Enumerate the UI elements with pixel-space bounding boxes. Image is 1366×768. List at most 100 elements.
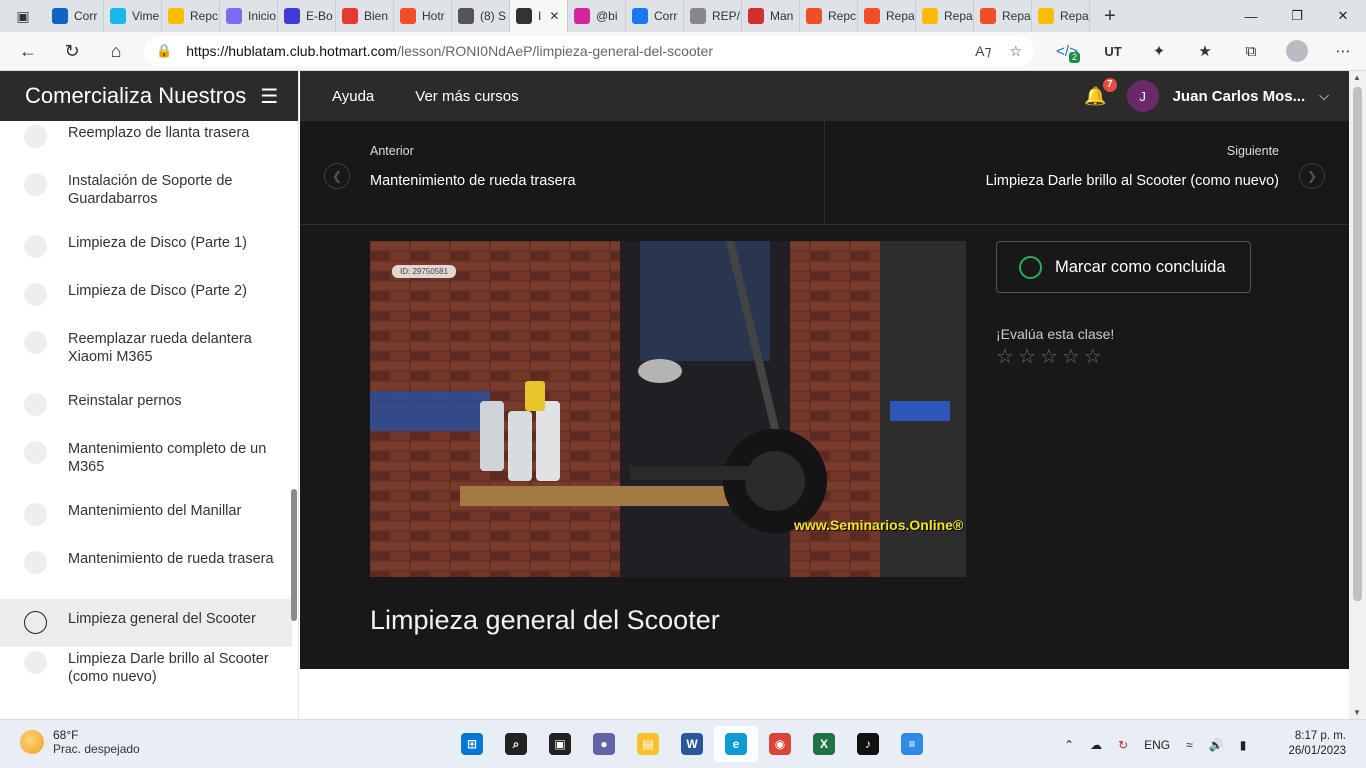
lock-icon[interactable]: 🔒 (156, 43, 172, 59)
scrollbar-thumb[interactable] (1353, 87, 1362, 601)
page-scrollbar[interactable]: ▲ ▼ (1349, 71, 1366, 719)
taskbar-app[interactable]: ⊞ (450, 726, 494, 762)
sidebar-lesson-item[interactable]: Reinstalar pernos (0, 389, 292, 437)
taskbar-app[interactable]: e (714, 726, 758, 762)
extensions-icon[interactable]: ✦ (1136, 33, 1182, 69)
more-menu-icon[interactable]: ⋯ (1320, 33, 1366, 69)
lesson-status-circle-icon[interactable] (24, 331, 47, 354)
taskbar-app[interactable]: ⌕ (494, 726, 538, 762)
browser-tab[interactable]: Man (742, 0, 800, 32)
browser-tab[interactable]: Repa (858, 0, 916, 32)
help-link[interactable]: Ayuda (332, 88, 374, 105)
star-icon[interactable]: ☆ (1040, 347, 1058, 367)
lesson-status-circle-icon[interactable] (24, 283, 47, 306)
more-courses-link[interactable]: Ver más cursos (415, 88, 518, 105)
chevron-right-icon[interactable]: ❯ (1299, 163, 1325, 189)
star-icon[interactable]: ☆ (1084, 347, 1102, 367)
battery-icon[interactable]: ▮ (1240, 738, 1247, 752)
next-title[interactable]: Limpieza Darle brillo al Scooter (como n… (986, 173, 1279, 189)
lesson-status-circle-icon[interactable] (24, 173, 47, 196)
chevron-up-icon[interactable]: ⌃ (1064, 738, 1074, 752)
add-favorite-icon[interactable]: ☆ (1009, 43, 1022, 60)
notifications-bell-icon[interactable]: 🔔 7 (1084, 77, 1117, 107)
lesson-status-circle-icon[interactable] (24, 235, 47, 258)
cloud-icon[interactable]: ☁ (1090, 738, 1102, 752)
previous-title[interactable]: Mantenimiento de rueda trasera (370, 173, 576, 189)
lesson-status-circle-icon[interactable] (24, 393, 47, 416)
collections-icon[interactable]: ⧉ (1228, 33, 1274, 69)
lesson-status-circle-icon[interactable] (24, 611, 47, 634)
sidebar-lesson-item[interactable]: Mantenimiento del Manillar (0, 499, 292, 547)
extension-ut-icon[interactable]: UT (1090, 33, 1136, 69)
browser-tab[interactable]: Inicio (220, 0, 278, 32)
back-icon[interactable]: ← (6, 33, 50, 69)
profile-avatar[interactable] (1274, 33, 1320, 69)
taskbar-app[interactable]: ♪ (846, 726, 890, 762)
address-bar[interactable]: 🔒 https://hublatam.club.hotmart.com/less… (144, 36, 1034, 66)
browser-tab[interactable]: Corr (626, 0, 684, 32)
weather-widget[interactable]: 68°F Prac. despejado (20, 728, 140, 756)
video-player[interactable]: ID: 29750581 www.Seminarios.Online® (370, 241, 966, 577)
scroll-up-icon[interactable]: ▲ (1353, 73, 1361, 82)
close-tab-icon[interactable]: ✕ (549, 9, 559, 23)
volume-icon[interactable]: 🔊 (1209, 738, 1224, 752)
browser-tab[interactable]: Corr (46, 0, 104, 32)
star-icon[interactable]: ☆ (1018, 347, 1036, 367)
browser-tab[interactable]: @bi (568, 0, 626, 32)
lesson-status-circle-icon[interactable] (24, 651, 47, 674)
next-lesson[interactable]: Siguiente Limpieza Darle brillo al Scoot… (826, 121, 1349, 225)
new-tab-button[interactable]: + (1090, 0, 1130, 32)
browser-tab[interactable]: Bien (336, 0, 394, 32)
sidebar-lesson-item[interactable]: Limpieza de Disco (Parte 1) (0, 231, 292, 279)
sidebar-lesson-item[interactable]: Mantenimiento completo de un M365 (0, 437, 292, 499)
browser-tab[interactable]: Hotr (394, 0, 452, 32)
home-icon[interactable]: ⌂ (94, 33, 138, 69)
browser-tab[interactable]: Repa (1032, 0, 1090, 32)
browser-tab[interactable]: Repa (916, 0, 974, 32)
sidebar-lesson-item[interactable]: Instalación de Soporte de Guardabarros (0, 169, 292, 231)
lesson-status-circle-icon[interactable] (24, 551, 47, 574)
taskbar-app[interactable]: ▣ (538, 726, 582, 762)
sidebar-lesson-item[interactable]: Mantenimiento de rueda trasera (0, 547, 292, 599)
browser-tab[interactable]: Vime (104, 0, 162, 32)
taskbar-app[interactable]: X (802, 726, 846, 762)
previous-lesson[interactable]: ❮ Anterior Mantenimiento de rueda traser… (300, 121, 825, 225)
refresh-icon[interactable]: ↻ (50, 33, 94, 69)
lesson-status-circle-icon[interactable] (24, 125, 47, 148)
star-icon[interactable]: ☆ (996, 347, 1014, 367)
browser-tab[interactable]: REP/ (684, 0, 742, 32)
browser-tab[interactable]: (8) S (452, 0, 510, 32)
sync-icon[interactable]: ↻ (1118, 738, 1128, 752)
restore-icon[interactable]: ❐ (1274, 0, 1320, 32)
clock[interactable]: 8:17 p. m. 26/01/2023 (1288, 729, 1346, 759)
wifi-icon[interactable]: ≈ (1186, 738, 1193, 752)
taskbar-app[interactable]: ◉ (758, 726, 802, 762)
sidebar-lesson-item[interactable]: Reemplazo de llanta trasera (0, 121, 292, 169)
mark-complete-button[interactable]: Marcar como concluida (996, 241, 1251, 293)
browser-tab[interactable]: Repc (800, 0, 858, 32)
star-icon[interactable]: ☆ (1062, 347, 1080, 367)
language-indicator[interactable]: ENG (1144, 738, 1170, 752)
close-window-icon[interactable]: ✕ (1320, 0, 1366, 32)
taskbar-app[interactable]: W (670, 726, 714, 762)
user-avatar[interactable]: J (1126, 80, 1159, 112)
sidebar-lesson-item[interactable]: Reemplazar rueda delantera Xiaomi M365 (0, 327, 292, 389)
browser-tab[interactable]: I ✕ (510, 0, 568, 32)
lesson-status-circle-icon[interactable] (24, 441, 47, 464)
sidebar-lesson-item[interactable]: Limpieza general del Scooter (0, 599, 292, 647)
taskbar-app[interactable]: ▤ (626, 726, 670, 762)
user-name[interactable]: Juan Carlos Mos... (1173, 88, 1306, 105)
read-aloud-icon[interactable]: A⁊ (975, 43, 991, 60)
sidebar-lesson-item[interactable]: Limpieza Darle brillo al Scooter (como n… (0, 647, 292, 717)
browser-tab[interactable]: E-Bo (278, 0, 336, 32)
minimize-icon[interactable]: — (1228, 0, 1274, 32)
favorites-icon[interactable]: ★ (1182, 33, 1228, 69)
tab-actions-icon[interactable]: ▣ (0, 0, 46, 32)
taskbar-app[interactable]: ● (582, 726, 626, 762)
chevron-left-icon[interactable]: ❮ (324, 163, 350, 189)
sidebar-lesson-item[interactable]: Limpieza de Disco (Parte 2) (0, 279, 292, 327)
sidebar-scrollbar[interactable] (291, 489, 297, 621)
chevron-down-icon[interactable]: ⌵ (1319, 88, 1329, 104)
taskbar-app[interactable]: ≡ (890, 726, 934, 762)
browser-tab[interactable]: Repc (162, 0, 220, 32)
